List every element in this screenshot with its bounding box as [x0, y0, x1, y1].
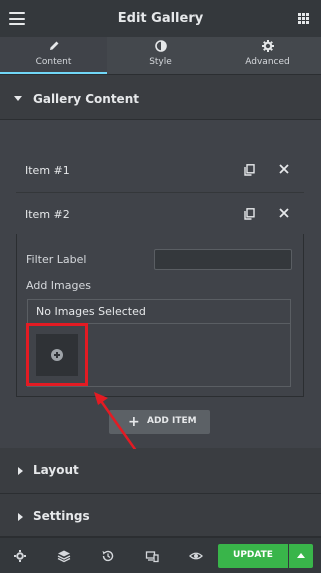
add-item-label: ADD ITEM	[147, 416, 197, 426]
preview-eye-icon[interactable]	[189, 549, 203, 563]
section-layout[interactable]: Layout	[0, 449, 321, 494]
pencil-icon	[49, 41, 58, 50]
duplicate-icon[interactable]	[244, 164, 255, 176]
update-options-button[interactable]	[289, 544, 313, 568]
section-settings[interactable]: Settings	[0, 495, 321, 537]
tab-content[interactable]: Content	[0, 37, 107, 74]
responsive-icon[interactable]	[145, 549, 159, 563]
plus-icon: +	[128, 414, 140, 430]
tab-content-label: Content	[35, 57, 72, 67]
filter-label-input[interactable]	[154, 249, 292, 270]
contrast-icon	[154, 40, 167, 52]
gallery-box-header: No Images Selected	[28, 300, 290, 324]
add-images-label: Add Images	[26, 279, 91, 292]
update-button[interactable]: UPDATE	[218, 544, 288, 568]
update-button-label: UPDATE	[233, 550, 273, 560]
plus-circle-icon	[51, 349, 63, 361]
section-settings-label: Settings	[33, 509, 90, 523]
history-icon[interactable]	[101, 549, 115, 563]
section-gallery-content[interactable]: Gallery Content	[0, 78, 321, 120]
panel-footer: UPDATE	[0, 537, 321, 573]
repeater-item-label: Item #2	[25, 208, 70, 221]
section-layout-label: Layout	[33, 463, 79, 477]
settings-icon[interactable]	[13, 549, 27, 563]
filter-label-label: Filter Label	[26, 253, 87, 266]
no-images-selected-text: No Images Selected	[36, 305, 146, 318]
duplicate-icon[interactable]	[244, 208, 255, 220]
gear-icon	[261, 40, 274, 52]
layers-icon[interactable]	[57, 549, 71, 563]
panel-title: Edit Gallery	[117, 11, 204, 26]
repeater-item-2[interactable]: Item #2	[16, 193, 304, 237]
tab-style-label: Style	[149, 57, 172, 67]
repeater-item-1[interactable]: Item #1	[16, 149, 304, 193]
panel-header: Edit Gallery	[0, 0, 321, 37]
add-item-button[interactable]: + ADD ITEM	[109, 410, 210, 434]
caret-right-icon	[18, 467, 23, 475]
close-icon[interactable]	[278, 163, 290, 175]
repeater-item-label: Item #1	[25, 164, 70, 177]
caret-up-icon	[297, 553, 305, 558]
caret-right-icon	[18, 513, 23, 521]
tabs-divider	[0, 74, 321, 75]
tab-advanced-label: Advanced	[245, 57, 290, 67]
panel-tabs: Content Style Advanced	[0, 37, 321, 74]
section-gallery-content-label: Gallery Content	[33, 92, 139, 106]
add-image-button[interactable]	[36, 334, 78, 376]
tab-style[interactable]: Style	[107, 37, 214, 74]
grid-icon[interactable]	[298, 13, 309, 24]
close-icon[interactable]	[278, 207, 290, 219]
tab-advanced[interactable]: Advanced	[214, 37, 321, 74]
caret-down-icon	[14, 96, 22, 101]
